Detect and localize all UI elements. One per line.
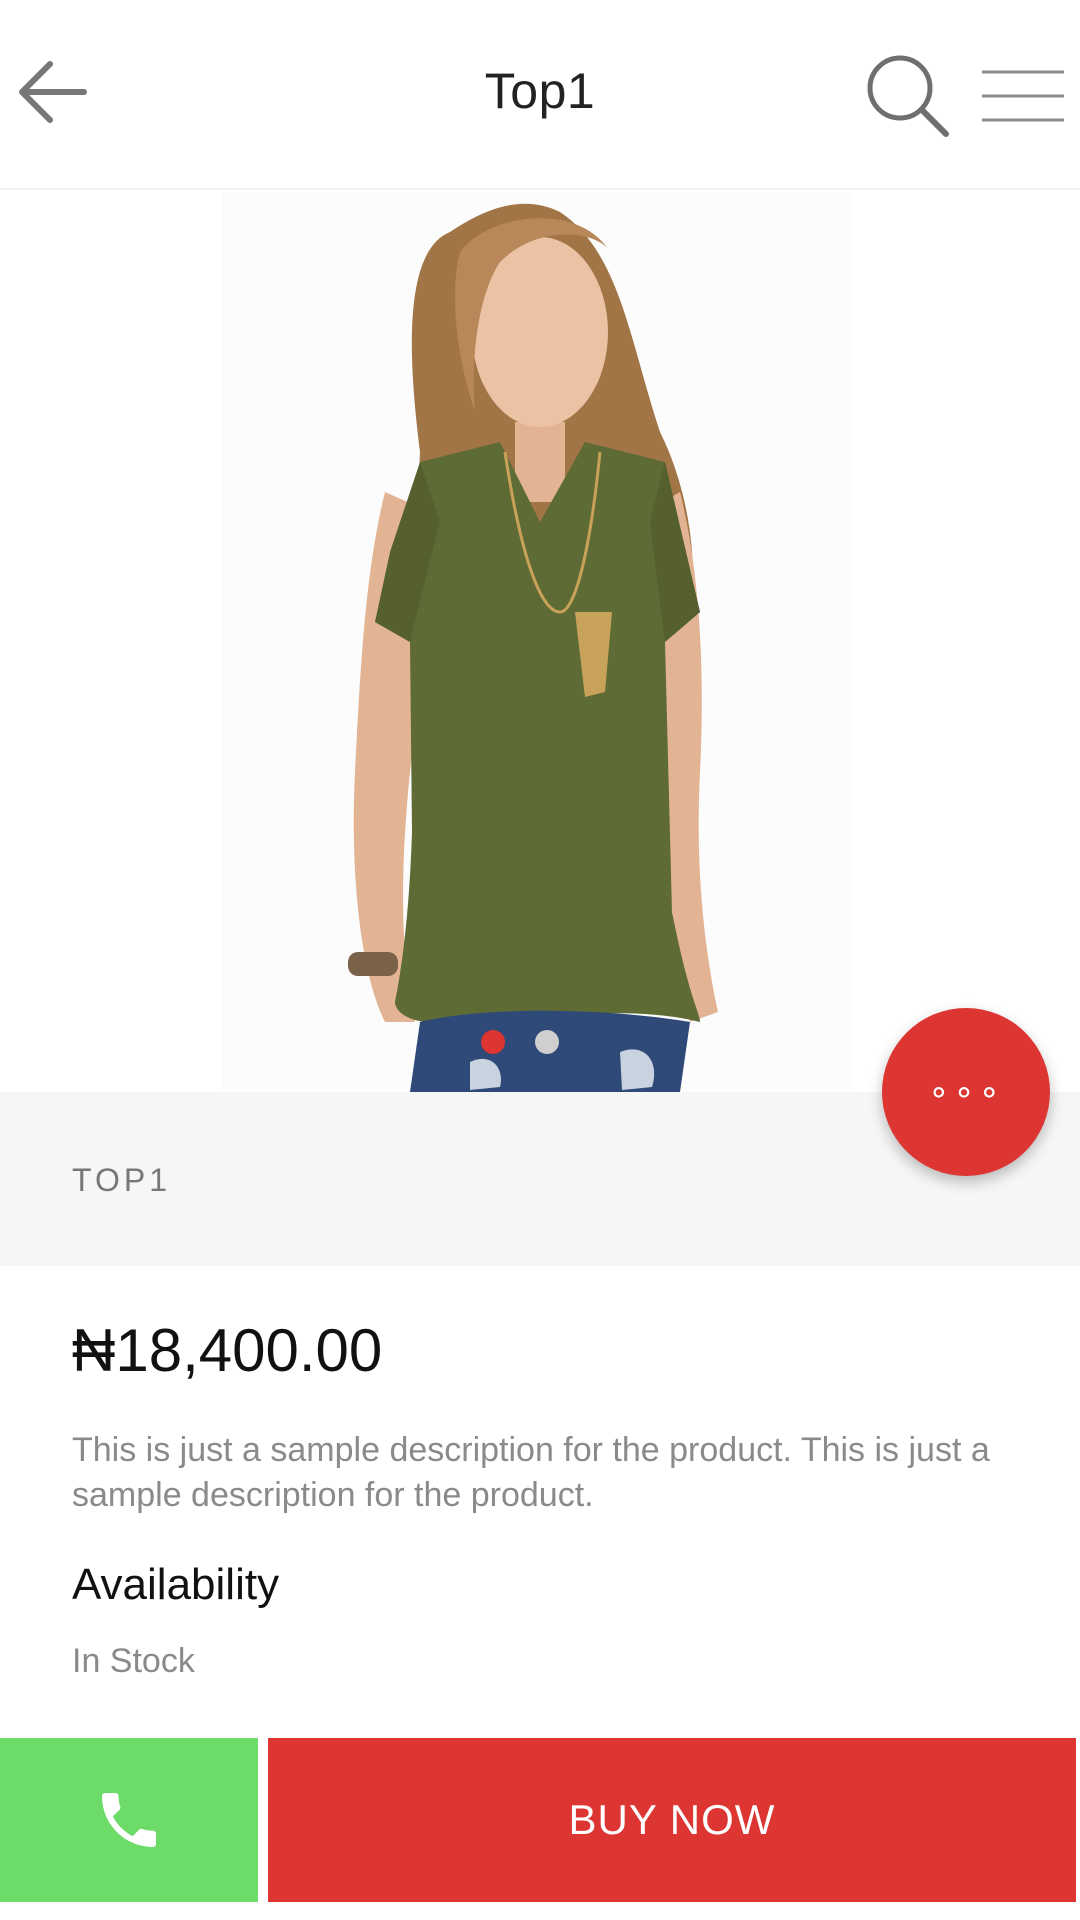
menu-button[interactable] bbox=[980, 68, 1066, 124]
carousel-dot-1[interactable] bbox=[481, 1030, 505, 1054]
product-image-carousel[interactable] bbox=[0, 192, 1080, 1092]
more-options-icon: ∘∘∘ bbox=[928, 1073, 1004, 1111]
availability-heading: Availability bbox=[72, 1560, 280, 1609]
call-button[interactable] bbox=[0, 1738, 258, 1902]
carousel-dot-2[interactable] bbox=[535, 1030, 559, 1054]
product-name: TOP1 bbox=[72, 1162, 171, 1198]
product-description: This is just a sample description for th… bbox=[72, 1431, 990, 1514]
hamburger-menu-icon bbox=[982, 70, 1064, 122]
app-header: Top1 bbox=[0, 0, 1080, 190]
product-photo bbox=[0, 192, 1080, 1092]
product-price: ₦18,400.00 bbox=[72, 1317, 383, 1384]
buy-now-button[interactable]: BUY NOW bbox=[268, 1738, 1076, 1902]
availability-status: In Stock bbox=[72, 1642, 195, 1680]
search-button[interactable] bbox=[862, 52, 952, 142]
phone-icon bbox=[102, 1793, 156, 1847]
more-options-button[interactable]: ∘∘∘ bbox=[882, 1008, 1050, 1176]
search-icon bbox=[867, 55, 949, 137]
